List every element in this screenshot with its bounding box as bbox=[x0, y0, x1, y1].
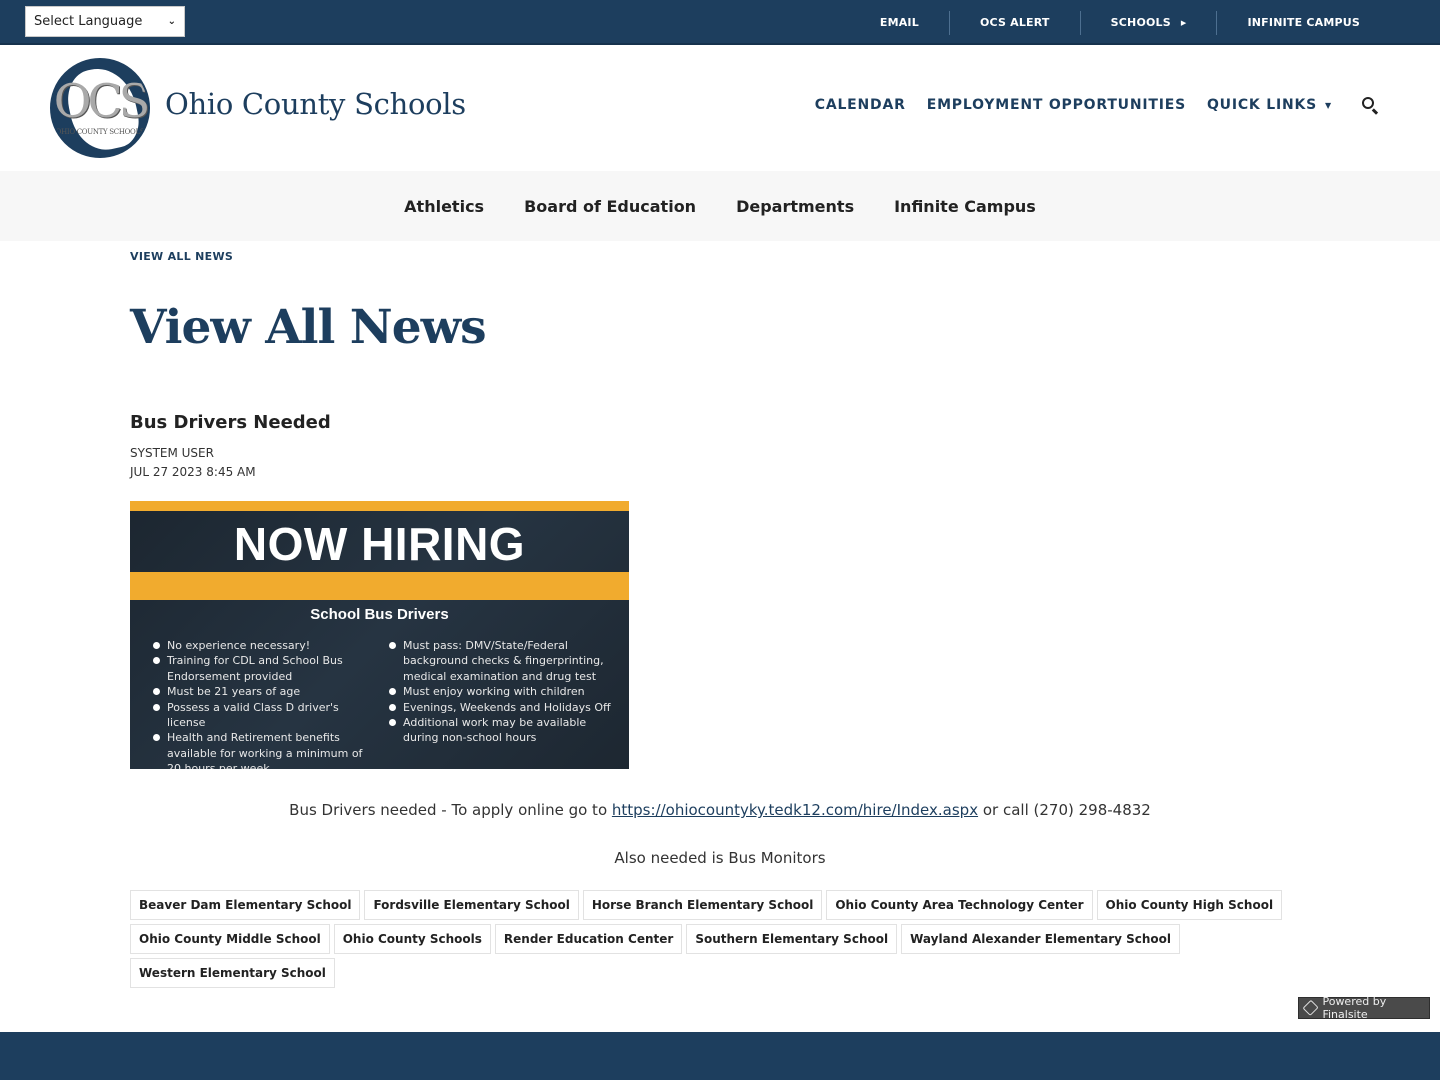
main-nav: CALENDAR EMPLOYMENT OPPORTUNITIES QUICK … bbox=[794, 95, 1380, 115]
finalsite-logo-icon bbox=[1302, 999, 1320, 1017]
subnav-infinite-campus[interactable]: Infinite Campus bbox=[894, 197, 1036, 216]
apply-text-prefix: Bus Drivers needed - To apply online go … bbox=[289, 801, 612, 819]
site-footer bbox=[0, 1032, 1440, 1080]
tag-link[interactable]: Western Elementary School bbox=[130, 958, 335, 988]
logo-monogram: OCS bbox=[53, 74, 148, 128]
language-select[interactable]: Select Language ⌄ bbox=[25, 6, 185, 37]
utility-link-label: EMAIL bbox=[879, 16, 919, 29]
flyer-item: Must pass: DMV/State/Federal background … bbox=[388, 638, 613, 684]
subnav-athletics[interactable]: Athletics bbox=[404, 197, 484, 216]
now-hiring-flyer-image: NOW HIRING School Bus Drivers No experie… bbox=[130, 501, 629, 769]
tag-link[interactable]: Ohio County Middle School bbox=[130, 924, 330, 954]
flyer-subhead: School Bus Drivers bbox=[310, 606, 449, 623]
subnav-board-of-education[interactable]: Board of Education bbox=[524, 197, 696, 216]
tag-link[interactable]: Fordsville Elementary School bbox=[364, 890, 579, 920]
utility-links: EMAIL OCS ALERT SCHOOLS ▶ INFINITE CAMPUS bbox=[850, 0, 1390, 45]
apply-link[interactable]: https://ohiocountyky.tedk12.com/hire/Ind… bbox=[612, 801, 978, 819]
powered-by-label: Powered by Finalsite bbox=[1322, 995, 1387, 1021]
post-tags: Beaver Dam Elementary School Fordsville … bbox=[130, 890, 1310, 992]
flyer-item: Must be 21 years of age bbox=[152, 684, 377, 699]
flyer-gold-band-top bbox=[130, 501, 629, 511]
utility-link-email[interactable]: EMAIL bbox=[850, 11, 949, 35]
tag-link[interactable]: Ohio County High School bbox=[1096, 890, 1283, 920]
nav-calendar[interactable]: CALENDAR bbox=[815, 97, 906, 113]
nav-label: CALENDAR bbox=[814, 97, 906, 113]
utility-link-label: OCS ALERT bbox=[979, 16, 1050, 29]
post-title: Bus Drivers Needed bbox=[130, 412, 331, 433]
flyer-headline: NOW HIRING bbox=[233, 518, 526, 570]
flyer-gold-band bbox=[130, 572, 629, 600]
search-button[interactable] bbox=[1360, 95, 1380, 115]
caret-right-icon: ▶ bbox=[1180, 18, 1187, 27]
tag-link[interactable]: Wayland Alexander Elementary School bbox=[901, 924, 1181, 954]
flyer-item: Additional work may be available during … bbox=[388, 715, 613, 746]
nav-employment-opportunities[interactable]: EMPLOYMENT OPPORTUNITIES bbox=[927, 97, 1186, 113]
logo-subtext: OHIO COUNTY SCHOOLS bbox=[55, 128, 145, 136]
tag-link[interactable]: Render Education Center bbox=[494, 924, 683, 954]
chevron-down-icon: ⌄ bbox=[167, 16, 176, 27]
flyer-item: No experience necessary! bbox=[152, 638, 377, 653]
district-logo[interactable]: OCS OHIO COUNTY SCHOOLS bbox=[50, 58, 150, 158]
apply-text-suffix: or call (270) 298-4832 bbox=[978, 801, 1151, 819]
flyer-item: Training for CDL and School Bus Endorsem… bbox=[152, 653, 377, 684]
utility-bar: Select Language ⌄ EMAIL OCS ALERT SCHOOL… bbox=[0, 0, 1440, 45]
utility-link-label: INFINITE CAMPUS bbox=[1247, 16, 1360, 29]
post-author: SYSTEM USER bbox=[130, 446, 214, 460]
site-title[interactable]: Ohio County Schools bbox=[165, 87, 466, 121]
tag-link[interactable]: Horse Branch Elementary School bbox=[582, 890, 823, 920]
utility-link-label: SCHOOLS bbox=[1110, 16, 1171, 29]
post-date: JUL 27 2023 8:45 AM bbox=[130, 465, 256, 479]
flyer-item: Possess a valid Class D driver's license bbox=[152, 700, 377, 731]
flyer-item: Must enjoy working with children bbox=[388, 684, 613, 699]
flyer-item: Evenings, Weekends and Holidays Off bbox=[388, 700, 613, 715]
nav-quick-links[interactable]: QUICK LINKS ▼ bbox=[1207, 97, 1332, 113]
caret-down-icon: ▼ bbox=[1325, 100, 1332, 110]
nav-label: EMPLOYMENT OPPORTUNITIES bbox=[926, 97, 1186, 113]
subnav-departments[interactable]: Departments bbox=[736, 197, 854, 216]
language-select-value: Select Language bbox=[34, 14, 143, 29]
utility-link-infinite-campus[interactable]: INFINITE CAMPUS bbox=[1216, 10, 1390, 35]
site-header: OCS OHIO COUNTY SCHOOLS Ohio County Scho… bbox=[0, 45, 1440, 171]
utility-link-schools[interactable]: SCHOOLS ▶ bbox=[1079, 10, 1217, 35]
flyer-requirements-left: No experience necessary! Training for CD… bbox=[152, 638, 377, 769]
flyer-item: Health and Retirement benefits available… bbox=[152, 730, 377, 769]
tag-link[interactable]: Beaver Dam Elementary School bbox=[130, 890, 361, 920]
secondary-nav: Athletics Board of Education Departments… bbox=[0, 171, 1440, 241]
tag-link[interactable]: Ohio County Area Technology Center bbox=[826, 890, 1093, 920]
post-body-monitors: Also needed is Bus Monitors bbox=[614, 849, 826, 867]
flyer-requirements-right: Must pass: DMV/State/Federal background … bbox=[388, 638, 613, 746]
page-title: View All News bbox=[130, 300, 487, 355]
breadcrumb[interactable]: VIEW ALL NEWS bbox=[130, 250, 233, 263]
post-body-apply: Bus Drivers needed - To apply online go … bbox=[0, 801, 1440, 819]
nav-label: QUICK LINKS bbox=[1206, 97, 1318, 113]
tag-link[interactable]: Ohio County Schools bbox=[333, 924, 491, 954]
utility-link-ocs-alert[interactable]: OCS ALERT bbox=[948, 10, 1080, 35]
tag-link[interactable]: Southern Elementary School bbox=[686, 924, 898, 954]
powered-by-finalsite-badge[interactable]: Powered by Finalsite bbox=[1298, 995, 1430, 1021]
